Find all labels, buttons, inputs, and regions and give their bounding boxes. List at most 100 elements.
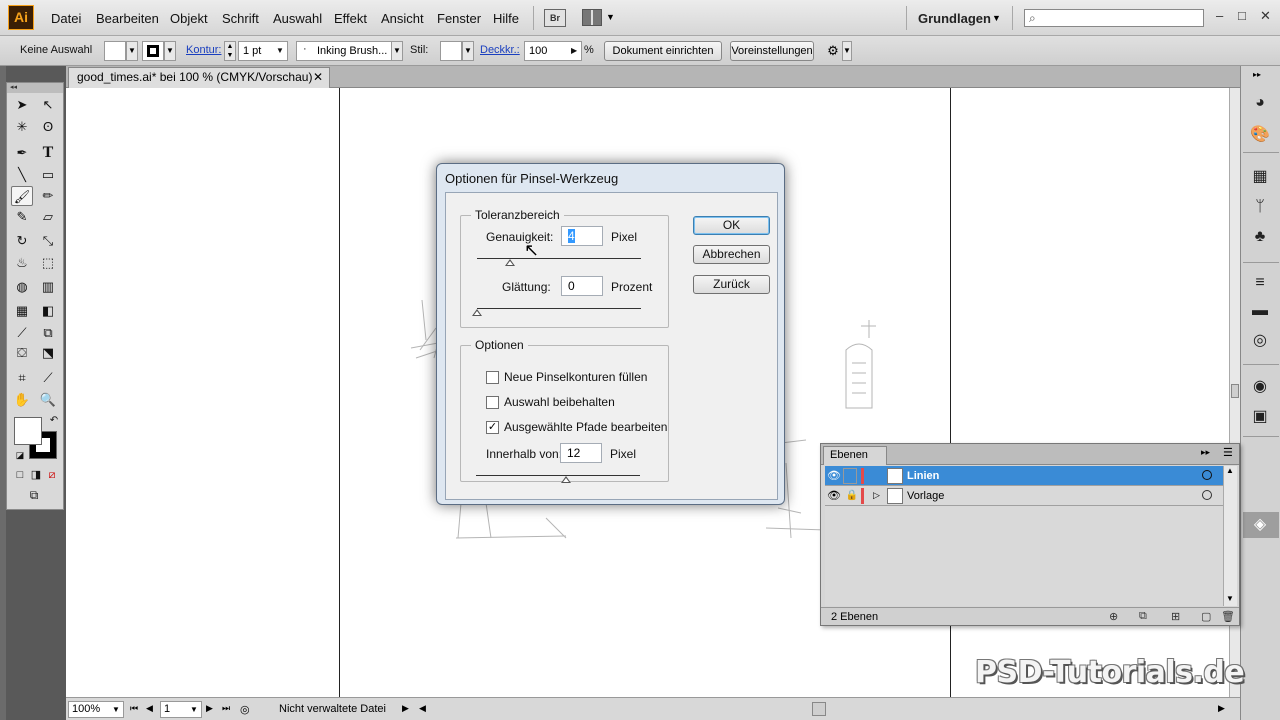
direct-selection-tool-icon[interactable]: ↖ [37, 95, 59, 115]
menu-datei[interactable]: Datei [51, 11, 81, 26]
scale-tool-icon[interactable]: ⤡ [37, 231, 59, 251]
first-artboard-icon[interactable]: ⏮ [130, 703, 138, 714]
within-input[interactable]: 12 [560, 443, 602, 463]
opacity-label-link[interactable]: Deckkr.: [480, 44, 520, 56]
brushes-icon[interactable]: ᛘ [1249, 196, 1271, 218]
fidelity-slider-thumb[interactable] [504, 259, 515, 266]
last-artboard-icon[interactable]: ⏭ [222, 703, 230, 714]
panel-collapse-icon[interactable]: ▸▸ [1201, 447, 1210, 458]
previous-artboard-icon[interactable]: ◀ [146, 703, 153, 714]
document-tab[interactable]: good_times.ai* bei 100 % (CMYK/Vorschau)… [68, 67, 330, 88]
swap-colors-icon[interactable]: ↶ [43, 411, 65, 431]
next-artboard-icon[interactable]: ▶ [206, 703, 213, 714]
scrollbar-thumb[interactable] [1231, 384, 1239, 398]
layer-target-icon[interactable] [1202, 490, 1212, 500]
edit-selected-paths-checkbox[interactable]: ✓ [486, 421, 499, 434]
magic-wand-tool-icon[interactable]: ✳ [11, 117, 33, 137]
clipping-mask-icon[interactable]: ⧉ [1139, 610, 1147, 623]
blob-brush-tool-icon[interactable]: ✎ [11, 207, 33, 227]
lasso-tool-icon[interactable]: ʘ [37, 117, 59, 137]
smoothness-input[interactable]: 0 [561, 276, 603, 296]
arrange-documents-icon[interactable] [582, 9, 602, 26]
default-colors-icon[interactable]: ◪ [9, 445, 31, 465]
zoom-tool-icon[interactable]: 🔍 [37, 390, 59, 410]
swatches-icon[interactable]: ▦ [1249, 166, 1271, 188]
fill-new-strokes-label[interactable]: Neue Pinselkonturen füllen [504, 370, 647, 384]
menu-fenster[interactable]: Fenster [437, 11, 481, 26]
smoothness-slider-track[interactable] [477, 308, 641, 309]
stroke-panel-icon[interactable]: ≡ [1249, 272, 1271, 294]
lock-toggle[interactable] [843, 468, 857, 484]
expand-arrow-icon[interactable]: ▷ [873, 490, 880, 501]
fill-color-swatch[interactable] [104, 41, 126, 61]
fidelity-input[interactable]: 4 [561, 226, 603, 246]
symbols-icon[interactable]: ♣ [1249, 226, 1271, 248]
graphic-styles-icon[interactable]: ▣ [1249, 406, 1271, 428]
hand-tool-icon[interactable]: ✋ [11, 390, 33, 410]
minimize-icon[interactable]: – [1216, 8, 1223, 23]
tab-layers[interactable]: Ebenen [823, 446, 887, 465]
layer-name[interactable]: Linien [907, 470, 939, 482]
rotate-tool-icon[interactable]: ↻ [11, 231, 33, 251]
menu-objekt[interactable]: Objekt [170, 11, 208, 26]
bridge-button[interactable]: Br [544, 9, 566, 27]
artboard-tool-icon[interactable]: ⌗ [11, 368, 33, 388]
within-slider-thumb[interactable] [561, 476, 572, 483]
screen-mode-icon[interactable]: ⧉ [23, 485, 45, 505]
document-setup-button[interactable]: Dokument einrichten [604, 41, 722, 61]
chevron-down-icon[interactable]: ▼ [164, 41, 176, 61]
eyedropper-tool-icon[interactable]: ⟋ [11, 323, 33, 343]
menu-schrift[interactable]: Schrift [222, 11, 259, 26]
menu-auswahl[interactable]: Auswahl [273, 11, 322, 26]
lock-icon[interactable]: 🔒 [845, 489, 859, 503]
preferences-button[interactable]: Voreinstellungen [730, 41, 814, 61]
layer-row-vorlage[interactable]: 👁 🔒 ▷ Vorlage [825, 486, 1223, 506]
color-palette-icon[interactable]: 🎨 [1249, 124, 1271, 146]
status-menu-icon[interactable]: ▶ [402, 703, 409, 714]
keep-selected-checkbox[interactable] [486, 396, 499, 409]
search-input[interactable]: ⌕ [1024, 9, 1204, 27]
panel-collapse-icon[interactable]: ◂◂ [7, 83, 63, 93]
panel-menu-icon[interactable]: ▼ [842, 41, 852, 61]
chevron-down-icon[interactable]: ▼ [112, 705, 120, 714]
symbol-sprayer-tool-icon[interactable]: ◍ [11, 277, 33, 297]
stroke-color-swatch[interactable] [142, 41, 164, 61]
slice-tool-icon[interactable]: ⟋ [37, 368, 59, 388]
visibility-eye-icon[interactable]: 👁 [827, 469, 841, 483]
transparency-icon[interactable]: ◎ [1249, 330, 1271, 352]
chevron-down-icon[interactable]: ▼ [126, 41, 138, 61]
stepper-icon[interactable]: ▲ ▼ [224, 41, 236, 61]
live-paint-bucket-tool-icon[interactable]: ⛋ [11, 343, 33, 363]
keep-selected-label[interactable]: Auswahl beibehalten [504, 395, 615, 409]
workspace-switcher[interactable]: Grundlagen [918, 11, 991, 26]
layers-icon[interactable]: ◈ [1249, 514, 1271, 536]
stroke-label-link[interactable]: Kontur: [186, 44, 221, 56]
scroll-up-icon[interactable]: ▲ [1226, 466, 1234, 475]
brush-definition-field[interactable]: Inking Brush... [296, 41, 392, 61]
locate-object-icon[interactable]: ⊕ [1109, 610, 1118, 623]
layer-name[interactable]: Vorlage [907, 490, 944, 502]
fill-color-box[interactable] [14, 417, 42, 445]
panel-menu-icon[interactable]: ☰ [1223, 446, 1233, 459]
menu-hilfe[interactable]: Hilfe [493, 11, 519, 26]
blend-tool-icon[interactable]: ⧉ [37, 323, 59, 343]
free-transform-tool-icon[interactable]: ⬚ [37, 253, 59, 273]
color-guide-icon[interactable]: ◕ [1249, 92, 1271, 114]
chevron-down-icon[interactable]: ▼ [606, 12, 615, 22]
scrollbar-thumb[interactable] [812, 702, 826, 716]
version-cue-icon[interactable]: ◎ [240, 703, 250, 716]
gradient-tool-icon[interactable]: ◧ [37, 301, 59, 321]
close-icon[interactable]: ✕ [313, 68, 323, 87]
chevron-down-icon[interactable]: ▼ [190, 705, 198, 714]
scroll-right-icon[interactable]: ▶ [1218, 703, 1225, 714]
reset-button[interactable]: Zurück [693, 275, 770, 294]
visibility-eye-icon[interactable]: 👁 [827, 489, 841, 503]
graphic-style-swatch[interactable] [440, 41, 462, 61]
maximize-icon[interactable]: □ [1238, 8, 1246, 23]
selection-tool-icon[interactable]: ➤ [11, 95, 33, 115]
scroll-left-icon[interactable]: ◀ [419, 703, 426, 714]
scroll-down-icon[interactable]: ▼ [1226, 594, 1234, 603]
chevron-down-icon[interactable]: ▼ [391, 41, 403, 61]
fidelity-slider-track[interactable] [477, 258, 641, 259]
new-sublayer-icon[interactable]: ⊞ [1171, 610, 1180, 623]
